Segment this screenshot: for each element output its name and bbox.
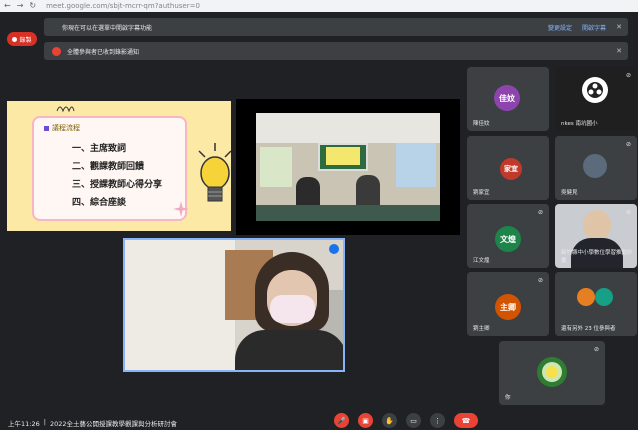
participant-tile[interactable]: 家宜 劉家宜 xyxy=(467,136,549,200)
participant-name: nkes 南坑國小 xyxy=(561,121,598,127)
mic-off-icon: ⊘ xyxy=(625,141,631,148)
more-options-button[interactable]: ⋮ xyxy=(430,413,445,428)
call-controls: 🎤 ▣ ✋ ▭ ⋮ ☎ xyxy=(334,413,478,428)
record-icon xyxy=(52,46,61,56)
record-dot-icon xyxy=(12,36,18,42)
participant-tile[interactable]: 文煌 ⊘ 江文煌 xyxy=(467,204,549,268)
mic-off-icon: ⊘ xyxy=(625,72,631,79)
back-icon[interactable]: ← xyxy=(4,1,11,11)
mic-off-icon: ⊘ xyxy=(537,209,543,216)
classroom-scene xyxy=(256,113,440,221)
classroom-video-tile[interactable] xyxy=(236,99,460,235)
sparkle-decoration xyxy=(173,201,189,217)
participant-name: 還有另外 23 位參與者 xyxy=(561,326,616,332)
avatar: 佳妏 xyxy=(494,85,520,111)
current-time: 上午11:26 xyxy=(8,420,40,428)
reload-icon[interactable]: ↻ xyxy=(29,1,36,11)
camera-toggle-button[interactable]: ▣ xyxy=(358,413,373,428)
avatar: 主卿 xyxy=(495,294,521,320)
participant-tile[interactable]: ⊘ 吳健見 xyxy=(555,136,637,200)
more-participants-tile[interactable]: 還有另外 23 位參與者 xyxy=(555,272,637,336)
recording-label: 錄製 xyxy=(19,36,32,44)
participant-video-tile[interactable]: ⊘ 新竹縣中小學數位學習推動計畫 xyxy=(555,204,637,268)
agenda-heading: 議程流程 xyxy=(44,123,80,133)
turn-on-captions-link[interactable]: 開啟字幕 xyxy=(582,23,606,32)
present-button[interactable]: ▭ xyxy=(406,413,421,428)
avatar: 文煌 xyxy=(495,226,521,252)
mic-off-icon: ⊘ xyxy=(593,346,599,353)
mic-toggle-button[interactable]: 🎤 xyxy=(334,413,349,428)
avatar: 家宜 xyxy=(500,158,522,180)
speaking-indicator-icon xyxy=(329,244,339,254)
recording-notice-text: 全體參與者已收到錄影通知 xyxy=(67,48,140,56)
participant-tile[interactable]: ⊘ nkes 南坑國小 xyxy=(555,67,637,131)
avatar xyxy=(577,288,595,306)
avatar xyxy=(595,288,613,306)
participant-name: 你 xyxy=(505,395,511,401)
recording-badge[interactable]: 錄製 xyxy=(7,32,37,46)
meeting-info: 上午11:26 | 2022全土藝公開授課教學觀課與分析研討會 xyxy=(8,418,177,428)
agenda-heading-text: 議程流程 xyxy=(52,124,80,132)
close-icon[interactable]: ✕ xyxy=(616,23,622,31)
participant-name: 劉主卿 xyxy=(473,326,490,332)
participant-name: 陳佳妏 xyxy=(473,121,490,127)
participant-tile[interactable]: 佳妏 陳佳妏 xyxy=(467,67,549,131)
active-speaker-video[interactable] xyxy=(123,238,345,372)
avatar xyxy=(583,154,607,178)
lightbulb-icon xyxy=(198,143,231,202)
participant-name: 吳健見 xyxy=(561,190,578,196)
participant-name: 新竹縣中小學數位學習推動計畫 xyxy=(561,250,633,264)
separator: | xyxy=(43,418,46,426)
self-tile[interactable]: ⊘ 你 xyxy=(499,341,605,405)
captions-notice-text: 你現在可以在選單中開啟字幕功能 xyxy=(62,24,153,32)
hang-up-button[interactable]: ☎ xyxy=(454,413,478,428)
scribble-decoration xyxy=(56,106,75,113)
agenda-item: 三、授課教師心得分享 xyxy=(72,180,163,190)
mic-off-icon: ⊘ xyxy=(537,277,543,284)
address-bar[interactable]: meet.google.com/sbjt-mcrr-qm?authuser=0 xyxy=(46,2,200,10)
meeting-title: 2022全土藝公開授課教學觀課與分析研討會 xyxy=(49,420,177,428)
agenda-item: 四、綜合座談 xyxy=(72,198,127,208)
avatar xyxy=(537,357,567,387)
close-icon[interactable]: ✕ xyxy=(616,47,622,55)
agenda-card: 議程流程 一、主席致詞 二、觀課教師回饋 三、授課教師心得分享 四、綜合座談 xyxy=(32,116,187,221)
agenda-item: 二、觀課教師回饋 xyxy=(72,162,145,172)
participant-name: 江文煌 xyxy=(473,258,490,264)
forward-icon[interactable]: → xyxy=(17,1,24,11)
browser-toolbar: ← → ↻ meet.google.com/sbjt-mcrr-qm?authu… xyxy=(0,0,638,12)
change-settings-link[interactable]: 變更設定 xyxy=(548,23,572,32)
agenda-list: 一、主席致詞 二、觀課教師回饋 三、授課教師心得分享 四、綜合座談 xyxy=(72,140,162,212)
obs-logo-icon xyxy=(582,77,608,103)
mic-off-icon: ⊘ xyxy=(625,209,631,216)
raise-hand-button[interactable]: ✋ xyxy=(382,413,397,428)
participant-name: 劉家宜 xyxy=(473,190,490,196)
bullet-icon xyxy=(44,125,49,131)
recording-notice-bar: 全體參與者已收到錄影通知 ✕ xyxy=(44,42,628,60)
presentation-slide: 議程流程 一、主席致詞 二、觀課教師回饋 三、授課教師心得分享 四、綜合座談 xyxy=(7,101,231,231)
captions-notice-bar: 你現在可以在選單中開啟字幕功能 變更設定 開啟字幕 ✕ xyxy=(44,18,628,36)
agenda-item: 一、主席致詞 xyxy=(72,144,127,154)
participant-tile[interactable]: 主卿 ⊘ 劉主卿 xyxy=(467,272,549,336)
